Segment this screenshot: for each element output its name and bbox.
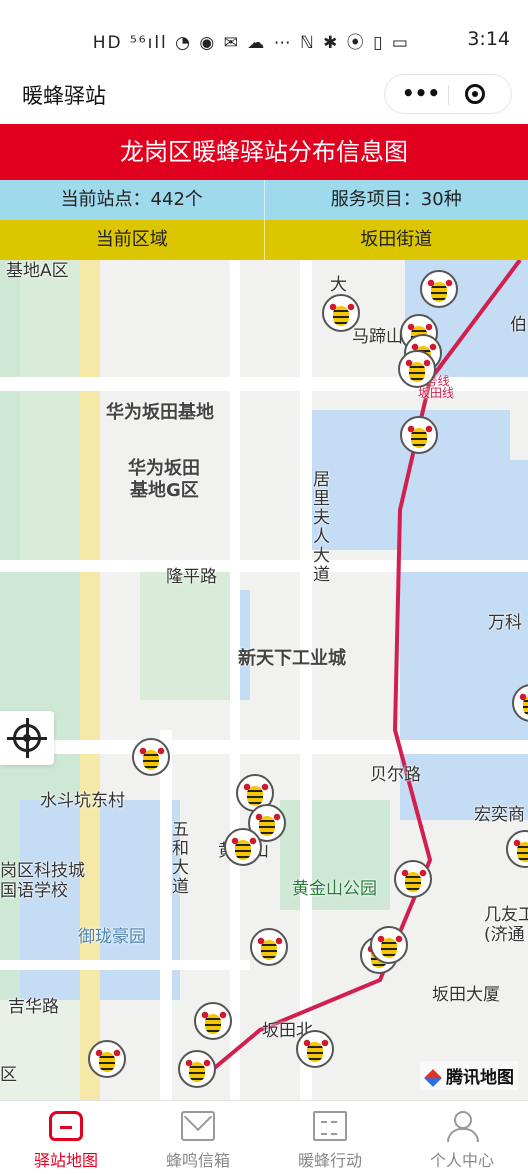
- poi-label: 黄金山公园: [292, 874, 377, 899]
- capsule-menu: •••: [384, 74, 512, 114]
- station-marker[interactable]: [178, 1050, 216, 1088]
- station-marker[interactable]: [398, 350, 436, 388]
- station-marker[interactable]: [132, 738, 170, 776]
- mail-icon: [181, 1111, 215, 1141]
- poi-label: 基地G区: [130, 476, 199, 502]
- poi-label: 新天下工业城: [238, 644, 346, 670]
- stats-row: 当前站点：442个 服务项目：30种: [0, 180, 528, 220]
- locate-center-dot: [23, 734, 31, 742]
- station-marker[interactable]: [370, 926, 408, 964]
- locate-me-button[interactable]: [0, 711, 54, 765]
- station-marker[interactable]: [420, 270, 458, 308]
- station-marker[interactable]: [394, 860, 432, 898]
- map-view[interactable]: 基地A区 大 马蹄山 伯 华为坂田基地 华为坂田 基地G区 隆平路 居里夫人大道…: [0, 260, 528, 1100]
- status-bar: HD ⁵⁶ıll ◔ ◉ ✉ ☁ ⋯ ℕ ✱ ⦿ ▯ ▭ 3:14: [0, 0, 528, 64]
- poi-label: 伯: [510, 310, 527, 335]
- poi-label: 隆平路: [166, 562, 217, 587]
- station-marker[interactable]: [296, 1030, 334, 1068]
- poi-label: 国语学校: [0, 876, 68, 901]
- more-options-button[interactable]: •••: [399, 84, 443, 102]
- region-value[interactable]: 坂田街道: [265, 220, 528, 260]
- tab-station-map[interactable]: 驿站地图: [0, 1101, 132, 1174]
- tab-action[interactable]: 暖蜂行动: [264, 1101, 396, 1174]
- region-row: 当前区域 坂田街道: [0, 220, 528, 260]
- station-marker[interactable]: [194, 1002, 232, 1040]
- tab-label: 个人中心: [396, 1147, 528, 1171]
- poi-label: 坂田大厦: [432, 980, 500, 1005]
- app-title: 暖蜂驿站: [22, 80, 106, 110]
- status-icons: HD ⁵⁶ıll ◔ ◉ ✉ ☁ ⋯ ℕ ✱ ⦿ ▯ ▭: [93, 28, 410, 53]
- mini-program-titlebar: 暖蜂驿站 •••: [0, 64, 528, 124]
- poi-label: 贝尔路: [370, 760, 421, 785]
- service-count: 服务项目：30种: [265, 180, 528, 220]
- station-marker[interactable]: [322, 294, 360, 332]
- station-marker[interactable]: [400, 416, 438, 454]
- poi-label: (济通: [484, 920, 525, 945]
- page-banner-title: 龙岗区暖蜂驿站分布信息图: [0, 124, 528, 180]
- tab-profile[interactable]: 个人中心: [396, 1101, 528, 1174]
- poi-label: 大: [330, 270, 347, 295]
- poi-label: 区: [0, 1060, 17, 1085]
- poi-label: 马蹄山: [352, 322, 403, 347]
- poi-label: 宏奕商: [474, 800, 525, 825]
- bottom-tab-bar: 驿站地图 蜂鸣信箱 暖蜂行动 个人中心: [0, 1100, 528, 1174]
- station-marker[interactable]: [224, 828, 262, 866]
- map-brand-text: 腾讯地图: [446, 1068, 514, 1088]
- poi-label: 水斗坑东村: [40, 786, 125, 811]
- station-count: 当前站点：442个: [0, 180, 265, 220]
- station-marker[interactable]: [250, 928, 288, 966]
- tab-label: 驿站地图: [0, 1147, 132, 1171]
- poi-label: 居里夫人大道: [307, 470, 332, 584]
- station-marker[interactable]: [88, 1040, 126, 1078]
- poi-label: 华为坂田基地: [106, 398, 214, 424]
- close-miniprogram-button[interactable]: [465, 84, 485, 104]
- poi-label: 御珑豪园: [78, 922, 146, 947]
- tab-label: 暖蜂行动: [264, 1147, 396, 1171]
- status-time: 3:14: [467, 28, 510, 50]
- poi-label: 万科: [488, 608, 522, 633]
- tab-label: 蜂鸣信箱: [132, 1147, 264, 1171]
- poi-label: 五和大道: [166, 820, 191, 896]
- home-icon: [49, 1111, 83, 1141]
- map-attribution: 腾讯地图: [420, 1061, 518, 1090]
- action-icon: [313, 1111, 347, 1141]
- region-label[interactable]: 当前区域: [0, 220, 265, 260]
- user-icon: [445, 1111, 479, 1141]
- poi-label: 吉华路: [8, 992, 59, 1017]
- poi-label: 基地A区: [6, 260, 69, 281]
- capsule-divider: [448, 85, 449, 105]
- tencent-map-logo-icon: [424, 1069, 442, 1087]
- tab-mailbox[interactable]: 蜂鸣信箱: [132, 1101, 264, 1174]
